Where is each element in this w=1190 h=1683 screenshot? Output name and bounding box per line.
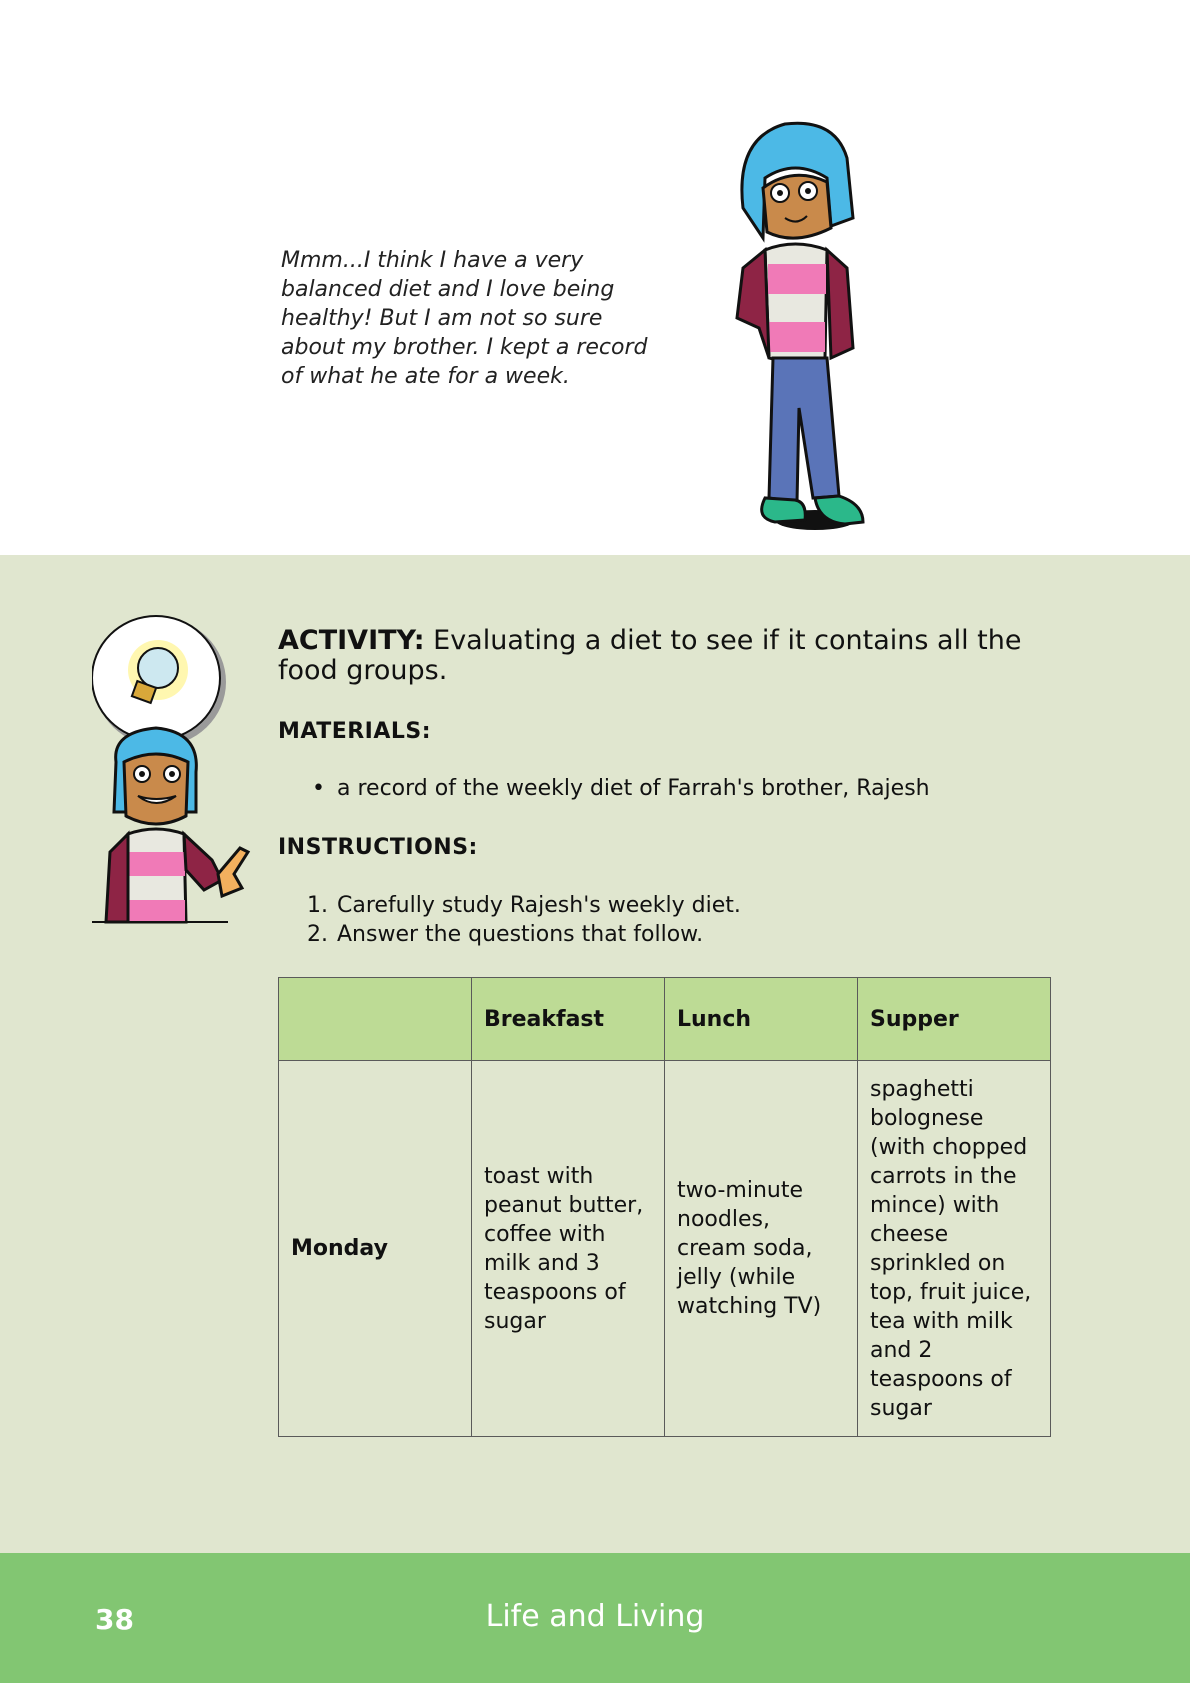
instructions-list: 1. Carefully study Rajesh's weekly diet.… xyxy=(300,891,741,949)
diet-table: Breakfast Lunch Supper Monday toast with… xyxy=(278,977,1051,1437)
girl-standing-illustration xyxy=(735,121,865,530)
activity-label: ACTIVITY: xyxy=(278,625,425,656)
girl-with-lightbulb-illustration xyxy=(92,615,251,924)
activity-title: ACTIVITY: Evaluating a diet to see if it… xyxy=(278,626,1078,686)
table-cell-supper: spaghetti bolognese (with chopped carrot… xyxy=(857,1060,1051,1437)
footer-title: Life and Living xyxy=(485,1599,705,1634)
instruction-number: 1. xyxy=(307,893,328,918)
materials-list: a record of the weekly diet of Farrah's … xyxy=(312,776,930,801)
top-section: Mmm...I think I have a very balanced die… xyxy=(0,0,1190,555)
materials-heading: MATERIALS: xyxy=(278,719,432,744)
table-cell-breakfast: toast with peanut butter, coffee with mi… xyxy=(471,1060,665,1437)
instruction-item: 2. Answer the questions that follow. xyxy=(300,920,741,949)
instructions-heading: INSTRUCTIONS: xyxy=(278,835,478,860)
table-cell-lunch: two-minute noodles, cream soda, jelly (w… xyxy=(664,1060,858,1437)
table-header-breakfast: Breakfast xyxy=(471,977,665,1061)
table-header-lunch: Lunch xyxy=(664,977,858,1061)
instruction-item: 1. Carefully study Rajesh's weekly diet. xyxy=(300,891,741,920)
materials-item: a record of the weekly diet of Farrah's … xyxy=(312,776,930,801)
table-header-day xyxy=(278,977,472,1061)
table-header-row: Breakfast Lunch Supper xyxy=(278,977,1051,1061)
table-cell-day: Monday xyxy=(278,1060,472,1437)
page-footer: 38 Life and Living xyxy=(0,1553,1190,1683)
instruction-number: 2. xyxy=(307,922,328,947)
table-header-supper: Supper xyxy=(857,977,1051,1061)
speech-text: Mmm...I think I have a very balanced die… xyxy=(281,248,648,389)
table-row: Monday toast with peanut butter, coffee … xyxy=(278,1060,1051,1437)
instruction-text: Answer the questions that follow. xyxy=(337,922,704,947)
instruction-text: Carefully study Rajesh's weekly diet. xyxy=(337,893,741,918)
